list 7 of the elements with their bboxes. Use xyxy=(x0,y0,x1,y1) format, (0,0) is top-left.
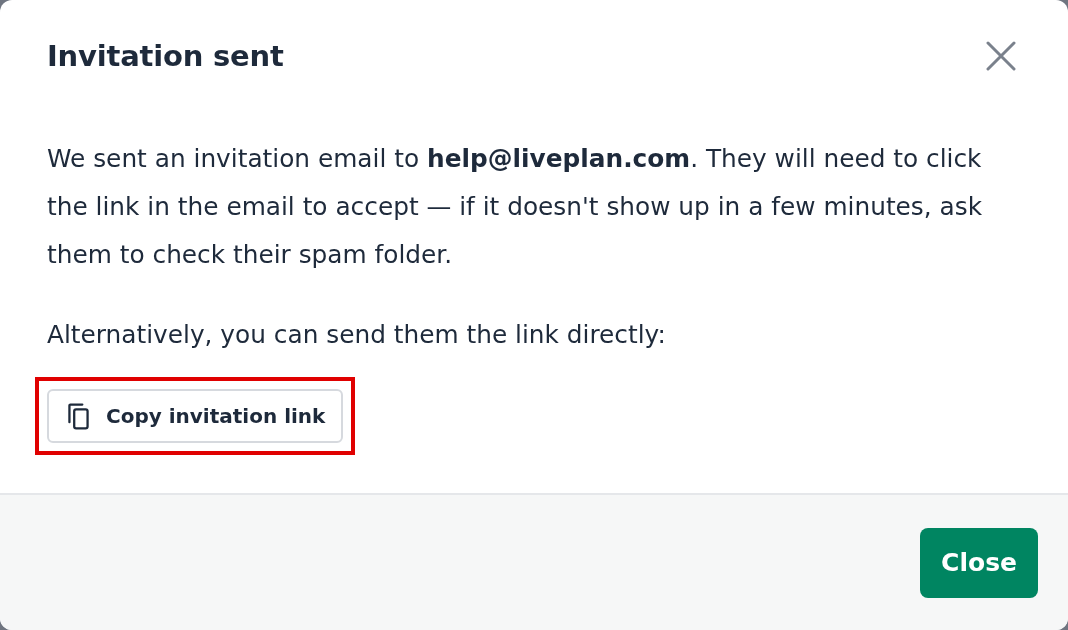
copy-icon xyxy=(68,402,89,430)
close-button[interactable]: Close xyxy=(920,527,1038,598)
dialog-title: Invitation sent xyxy=(47,39,284,73)
close-icon[interactable] xyxy=(986,41,1016,71)
body-text: Alternatively, you can send them the link directly: xyxy=(47,319,667,351)
body-text: We sent an invitation email to help@liveplan.com. They will need to click the link in the email to accept — if it doesn't show up in a few minutes, ask them to check their spam folder. xyxy=(47,143,984,271)
copy-link-button[interactable]: Copy invitation link xyxy=(47,389,344,443)
